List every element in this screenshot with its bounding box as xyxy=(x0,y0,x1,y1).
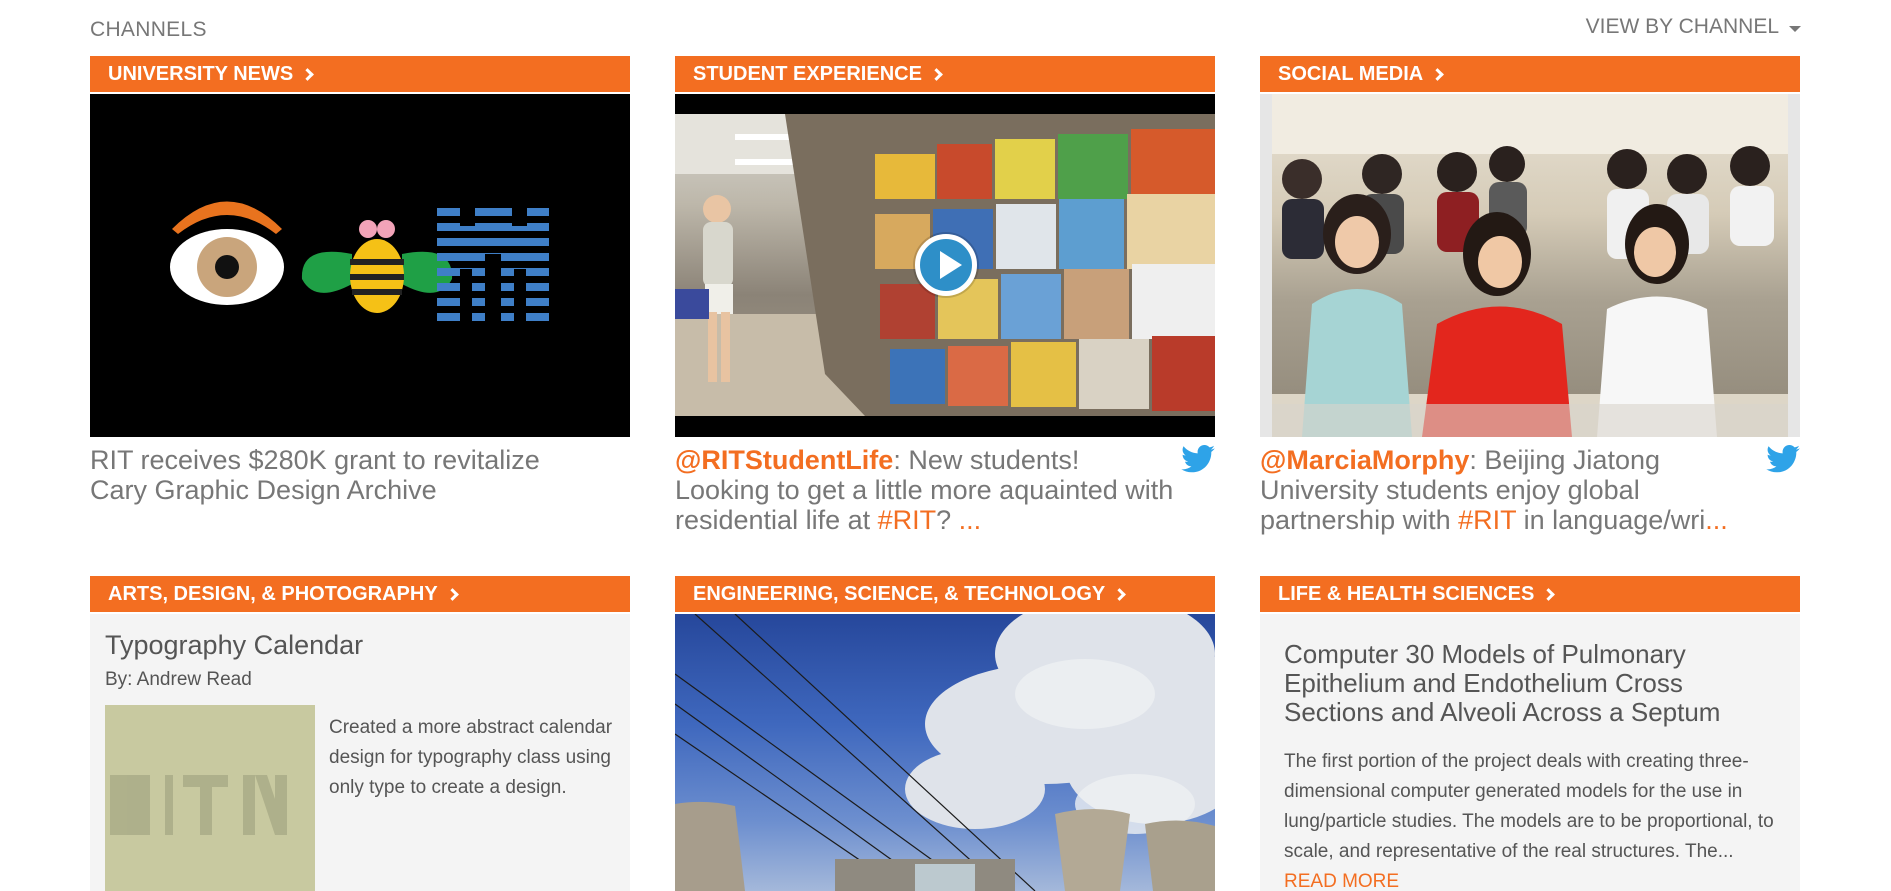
video-thumbnail[interactable] xyxy=(675,94,1215,437)
cooling-towers-image[interactable] xyxy=(675,614,1215,891)
tweet-handle[interactable]: @MarciaMorphy xyxy=(1260,445,1469,475)
card-engineering-science-technology: ENGINEERING, SCIENCE, & TECHNOLOGY xyxy=(675,576,1215,891)
social-media-tweet[interactable]: @MarciaMorphy: Beijing Jiatong Universit… xyxy=(1260,437,1760,535)
more-link[interactable]: ... xyxy=(959,505,982,535)
project-description: Created a more abstract calendar design … xyxy=(329,717,613,798)
channel-header-university-news[interactable]: UNIVERSITY NEWS xyxy=(90,56,630,94)
student-experience-tweet[interactable]: @RITStudentLife: New students! Looking t… xyxy=(675,437,1175,535)
project-title[interactable]: Typography Calendar xyxy=(90,614,630,661)
card-social-media: SOCIAL MEDIA @MarciaMorphy: Beijing Jiat… xyxy=(1260,56,1800,535)
read-more-link[interactable]: READ MORE xyxy=(1284,871,1399,891)
ibm-logo-image[interactable] xyxy=(90,94,630,437)
channel-label: ENGINEERING, SCIENCE, & TECHNOLOGY xyxy=(693,582,1106,605)
channels-heading: CHANNELS xyxy=(90,18,207,41)
chevron-right-icon xyxy=(445,588,459,601)
description-text: The first portion of the project deals w… xyxy=(1284,751,1774,862)
chevron-right-icon xyxy=(301,68,315,81)
chevron-right-icon xyxy=(930,68,943,81)
classroom-students-image xyxy=(1272,94,1788,437)
channel-label: LIFE & HEALTH SCIENCES xyxy=(1278,582,1535,605)
tweet-handle[interactable]: @RITStudentLife xyxy=(675,445,893,475)
channel-header-social-media[interactable]: SOCIAL MEDIA xyxy=(1260,56,1800,94)
chevron-right-icon xyxy=(1431,68,1445,81)
view-by-channel-label: VIEW BY CHANNEL xyxy=(1585,15,1779,38)
eye-bee-m-logo xyxy=(170,201,549,321)
arts-card-body: Typography Calendar By: Andrew Read Crea xyxy=(90,614,630,891)
project-title[interactable]: Computer 30 Models of Pulmonary Epitheli… xyxy=(1260,614,1800,727)
chevron-right-icon xyxy=(1542,588,1556,601)
channel-header-student-experience[interactable]: STUDENT EXPERIENCE xyxy=(675,56,1215,94)
channel-header-life-health-sciences[interactable]: LIFE & HEALTH SCIENCES xyxy=(1260,576,1800,614)
channel-label: SOCIAL MEDIA xyxy=(1278,62,1424,85)
play-icon[interactable] xyxy=(915,234,977,296)
card-university-news: UNIVERSITY NEWS RIT receives $280K grant… xyxy=(90,56,630,505)
card-life-health-sciences: LIFE & HEALTH SCIENCES Computer 30 Model… xyxy=(1260,576,1800,891)
tweet-text-end: ? xyxy=(936,505,959,535)
project-author: By: Andrew Read xyxy=(105,669,252,690)
more-link[interactable]: ... xyxy=(1705,505,1728,535)
chevron-right-icon xyxy=(1113,588,1127,601)
view-by-channel-dropdown[interactable]: VIEW BY CHANNEL xyxy=(1586,15,1801,39)
hashtag[interactable]: #RIT xyxy=(1458,505,1516,535)
news-caption[interactable]: RIT receives $280K grant to revitalize C… xyxy=(90,437,590,505)
project-description: The first portion of the project deals w… xyxy=(1260,727,1800,891)
caret-down-icon xyxy=(1789,25,1801,32)
hashtag[interactable]: #RIT xyxy=(878,505,937,535)
tweet-text-end: in language/wri xyxy=(1516,505,1706,535)
channel-header-engineering-science-technology[interactable]: ENGINEERING, SCIENCE, & TECHNOLOGY xyxy=(675,576,1215,614)
channel-label: STUDENT EXPERIENCE xyxy=(693,62,922,85)
card-arts-design-photography: ARTS, DESIGN, & PHOTOGRAPHY Typography C… xyxy=(90,576,630,891)
typography-calendar-thumbnail[interactable] xyxy=(105,705,315,891)
life-card-body: Computer 30 Models of Pulmonary Epitheli… xyxy=(1260,614,1800,891)
channel-header-arts-design-photography[interactable]: ARTS, DESIGN, & PHOTOGRAPHY xyxy=(90,576,630,614)
twitter-bird-icon[interactable] xyxy=(1181,445,1215,473)
social-photo[interactable] xyxy=(1260,94,1800,437)
channel-label: ARTS, DESIGN, & PHOTOGRAPHY xyxy=(108,582,438,605)
card-student-experience: STUDENT EXPERIENCE @RITStudentLife: New … xyxy=(675,56,1215,535)
channel-label: UNIVERSITY NEWS xyxy=(108,62,294,85)
twitter-bird-icon[interactable] xyxy=(1766,445,1800,473)
